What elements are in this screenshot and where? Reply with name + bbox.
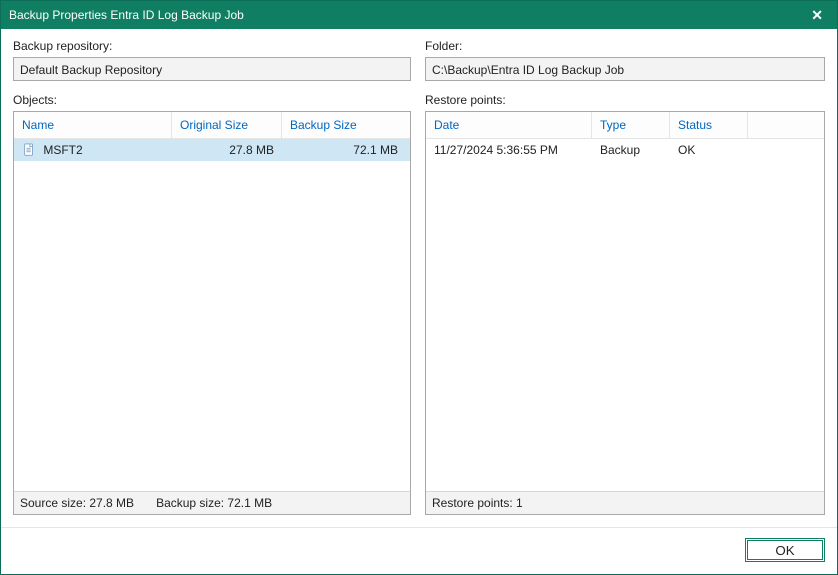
object-backup: 72.1 MB (282, 143, 410, 157)
close-icon[interactable]: ✕ (805, 7, 829, 24)
objects-status: Source size: 27.8 MB Backup size: 72.1 M… (14, 491, 410, 514)
object-name: MSFT2 (43, 143, 82, 157)
restore-type: Backup (592, 143, 670, 157)
object-name-cell: MSFT2 (14, 143, 172, 157)
restore-list[interactable]: 11/27/2024 5:36:55 PM Backup OK (426, 139, 824, 491)
restore-summary: Restore points: 1 (432, 496, 523, 510)
table-row[interactable]: 11/27/2024 5:36:55 PM Backup OK (426, 139, 824, 161)
content: Backup repository: Default Backup Reposi… (1, 29, 837, 527)
objects-list[interactable]: MSFT2 27.8 MB 72.1 MB (14, 139, 410, 491)
window-title: Backup Properties Entra ID Log Backup Jo… (9, 8, 244, 22)
folder-label: Folder: (425, 39, 825, 53)
backup-size: Backup size: 72.1 MB (156, 496, 272, 510)
ok-button[interactable]: OK (745, 538, 825, 562)
restore-date: 11/27/2024 5:36:55 PM (426, 143, 592, 157)
col-original-size[interactable]: Original Size (172, 112, 282, 138)
col-type[interactable]: Type (592, 112, 670, 138)
restore-status-bar: Restore points: 1 (426, 491, 824, 514)
restore-label: Restore points: (425, 93, 825, 107)
source-size: Source size: 27.8 MB (20, 496, 134, 510)
objects-header: Name Original Size Backup Size (14, 112, 410, 139)
restore-status: OK (670, 143, 748, 157)
restore-panel: Date Type Status 11/27/2024 5:36:55 PM B… (425, 111, 825, 515)
col-date[interactable]: Date (426, 112, 592, 138)
objects-label: Objects: (13, 93, 411, 107)
col-name[interactable]: Name (14, 112, 172, 138)
folder-value: C:\Backup\Entra ID Log Backup Job (425, 57, 825, 81)
repo-value: Default Backup Repository (13, 57, 411, 81)
object-original: 27.8 MB (172, 143, 282, 157)
titlebar: Backup Properties Entra ID Log Backup Jo… (1, 1, 837, 29)
table-row[interactable]: MSFT2 27.8 MB 72.1 MB (14, 139, 410, 161)
footer: OK (1, 527, 837, 574)
objects-panel: Name Original Size Backup Size (13, 111, 411, 515)
col-status[interactable]: Status (670, 112, 748, 138)
col-backup-size[interactable]: Backup Size (282, 112, 410, 138)
repo-label: Backup repository: (13, 39, 411, 53)
col-extra[interactable] (748, 112, 824, 138)
object-icon (22, 143, 36, 157)
restore-header: Date Type Status (426, 112, 824, 139)
